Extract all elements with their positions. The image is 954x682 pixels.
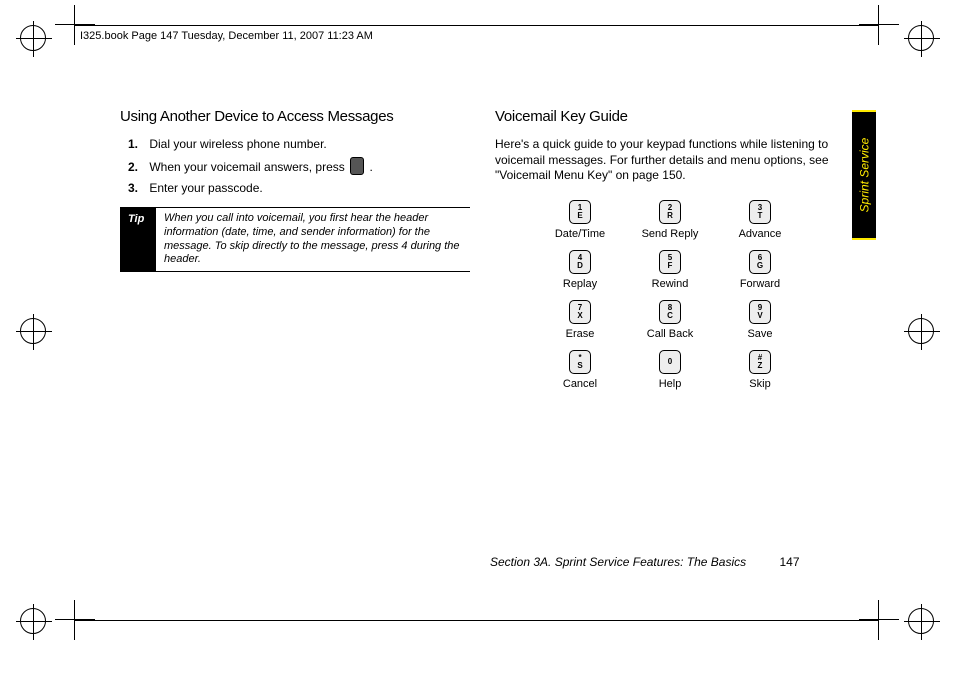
keypad-key-icon: 4D bbox=[569, 250, 591, 274]
keypad-key-label: Cancel bbox=[535, 378, 625, 390]
keypad-cell: 3T Advance bbox=[715, 200, 805, 240]
keypad-key-label: Help bbox=[625, 378, 715, 390]
step-number: 1. bbox=[128, 137, 146, 151]
keypad-key-label: Forward bbox=[715, 278, 805, 290]
tip-box: Tip When you call into voicemail, you fi… bbox=[120, 207, 470, 272]
keypad-key-icon: 6G bbox=[749, 250, 771, 274]
keypad-key-label: Call Back bbox=[625, 328, 715, 340]
keypad-key-icon: 3T bbox=[749, 200, 771, 224]
tip-label: Tip bbox=[120, 207, 156, 272]
steps-list: 1. Dial your wireless phone number. 2. W… bbox=[120, 137, 470, 195]
keypad-key-icon: 9V bbox=[749, 300, 771, 324]
step-number: 3. bbox=[128, 181, 146, 195]
keypad-cell: 8C Call Back bbox=[625, 300, 715, 340]
step-3: 3. Enter your passcode. bbox=[128, 181, 470, 195]
keypad-cell: 9V Save bbox=[715, 300, 805, 340]
step-1: 1. Dial your wireless phone number. bbox=[128, 137, 470, 151]
keypad-cell: 7X Erase bbox=[535, 300, 625, 340]
heading-key-guide: Voicemail Key Guide bbox=[495, 108, 845, 125]
section-side-tab-label: Sprint Service bbox=[857, 138, 871, 213]
keypad-key-label: Skip bbox=[715, 378, 805, 390]
keypad-key-icon: 1E bbox=[569, 200, 591, 224]
keypad-cell: 6G Forward bbox=[715, 250, 805, 290]
keypad-cell: 4D Replay bbox=[535, 250, 625, 290]
step-text-before: When your voicemail answers, press bbox=[149, 160, 348, 174]
keypad-cell: #Z Skip bbox=[715, 350, 805, 390]
keypad-cell: 0 Help bbox=[625, 350, 715, 390]
star-key-icon bbox=[350, 157, 364, 175]
keypad-key-icon: 7X bbox=[569, 300, 591, 324]
key-guide-intro: Here's a quick guide to your keypad func… bbox=[495, 137, 845, 184]
footer-page-number: 147 bbox=[779, 555, 799, 569]
tip-text: When you call into voicemail, you first … bbox=[156, 207, 470, 272]
step-text: Enter your passcode. bbox=[149, 181, 262, 195]
step-2: 2. When your voicemail answers, press . bbox=[128, 157, 470, 175]
page-header-meta: I325.book Page 147 Tuesday, December 11,… bbox=[80, 30, 373, 42]
keypad-key-icon: #Z bbox=[749, 350, 771, 374]
crop-line bbox=[75, 620, 879, 621]
keypad-key-label: Replay bbox=[535, 278, 625, 290]
left-column: Using Another Device to Access Messages … bbox=[120, 108, 470, 272]
section-side-tab: Sprint Service bbox=[852, 110, 876, 240]
registration-mark-icon bbox=[908, 318, 934, 344]
footer-section: Section 3A. Sprint Service Features: The… bbox=[490, 555, 746, 569]
keypad-cell: 1E Date/Time bbox=[535, 200, 625, 240]
heading-access-messages: Using Another Device to Access Messages bbox=[120, 108, 470, 125]
keypad-key-icon: 2R bbox=[659, 200, 681, 224]
keypad-key-label: Rewind bbox=[625, 278, 715, 290]
keypad-key-label: Save bbox=[715, 328, 805, 340]
keypad-key-label: Advance bbox=[715, 228, 805, 240]
crop-line bbox=[75, 25, 879, 26]
step-number: 2. bbox=[128, 160, 146, 174]
step-text-after: . bbox=[369, 160, 372, 174]
keypad-key-icon: *S bbox=[569, 350, 591, 374]
registration-mark-icon bbox=[908, 25, 934, 51]
keypad-key-icon: 5F bbox=[659, 250, 681, 274]
registration-mark-icon bbox=[908, 608, 934, 634]
keypad-key-icon: 8C bbox=[659, 300, 681, 324]
registration-mark-icon bbox=[20, 608, 46, 634]
registration-mark-icon bbox=[20, 25, 46, 51]
right-column: Voicemail Key Guide Here's a quick guide… bbox=[495, 108, 845, 390]
step-text: Dial your wireless phone number. bbox=[149, 137, 326, 151]
keypad-key-label: Send Reply bbox=[625, 228, 715, 240]
keypad-cell: 5F Rewind bbox=[625, 250, 715, 290]
keypad-cell: *S Cancel bbox=[535, 350, 625, 390]
keypad-key-icon: 0 bbox=[659, 350, 681, 374]
keypad-grid: 1E Date/Time 2R Send Reply 3T Advance 4D Replay… bbox=[495, 200, 845, 390]
keypad-key-label: Date/Time bbox=[535, 228, 625, 240]
registration-mark-icon bbox=[20, 318, 46, 344]
keypad-key-label: Erase bbox=[535, 328, 625, 340]
keypad-cell: 2R Send Reply bbox=[625, 200, 715, 240]
page-footer: Section 3A. Sprint Service Features: The… bbox=[490, 555, 800, 569]
